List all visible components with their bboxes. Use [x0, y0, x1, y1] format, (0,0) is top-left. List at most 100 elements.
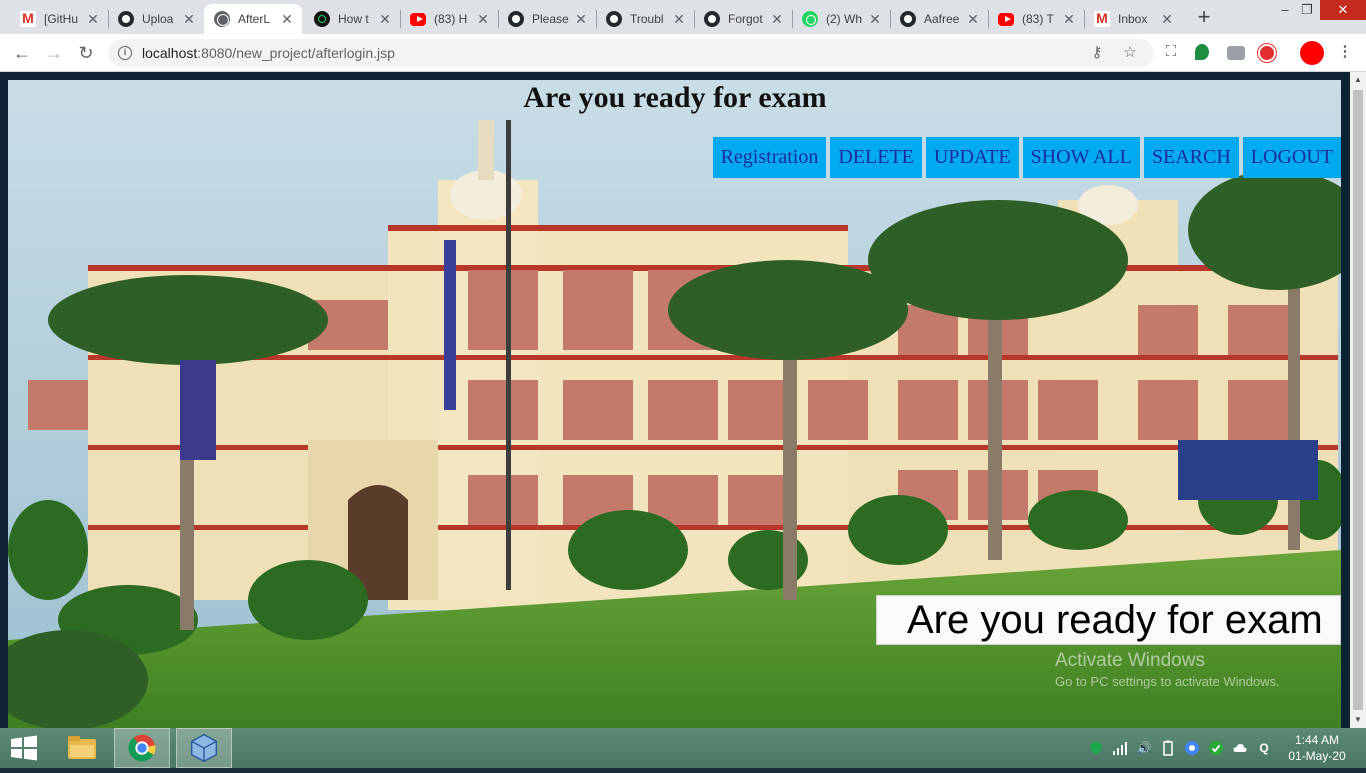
screen-capture-icon[interactable]: ⛶ — [1162, 43, 1180, 61]
github-icon — [118, 11, 134, 27]
address-bar[interactable]: i localhost:8080/new_project/afterlogin.… — [108, 39, 1154, 67]
tab-title: Please — [532, 12, 569, 26]
cloud-icon[interactable] — [1232, 740, 1248, 756]
chrome-taskbar-button[interactable] — [114, 728, 170, 768]
browser-tab-active[interactable]: AfterL ✕ — [204, 4, 302, 34]
tab-close-icon[interactable]: ✕ — [1062, 12, 1076, 26]
nav-show-all-link[interactable]: SHOW ALL — [1022, 137, 1140, 178]
scrollbar-thumb[interactable] — [1353, 90, 1363, 710]
tab-close-icon[interactable]: ✕ — [868, 12, 882, 26]
battery-icon[interactable] — [1160, 740, 1176, 756]
tab-title: Uploa — [142, 12, 174, 26]
browser-tab[interactable]: (83) H ✕ — [400, 4, 498, 34]
url-path: :8080/new_project/afterlogin.jsp — [197, 45, 395, 61]
folder-icon — [68, 736, 96, 759]
checkmark-icon[interactable] — [1208, 740, 1224, 756]
github-icon — [508, 11, 524, 27]
marquee-text: Are you ready for exam — [907, 598, 1323, 642]
whatsapp-icon — [802, 11, 818, 27]
chrome-tray-icon[interactable] — [1184, 740, 1200, 756]
nav-update-link[interactable]: UPDATE — [925, 137, 1019, 178]
scroll-down-arrow-icon[interactable]: ▼ — [1350, 712, 1366, 728]
site-info-icon[interactable]: i — [118, 46, 132, 60]
tab-close-icon[interactable]: ✕ — [966, 12, 980, 26]
power-icon — [314, 11, 330, 27]
tab-close-icon[interactable]: ✕ — [378, 12, 392, 26]
bookmark-star-icon[interactable]: ☆ — [1121, 44, 1139, 62]
url-host: localhost — [142, 45, 198, 61]
tab-title: (83) H — [434, 12, 468, 26]
file-explorer-taskbar-button[interactable] — [54, 728, 110, 768]
clock-time: 1:44 AM — [1294, 733, 1340, 747]
windows-taskbar: 🔊 Q 1:44 AM 01-May-20 — [0, 728, 1366, 768]
main-nav: Registration DELETE UPDATE SHOW ALL SEAR… — [712, 137, 1341, 178]
browser-tab[interactable]: Troubl ✕ — [596, 4, 694, 34]
github-icon — [704, 11, 720, 27]
gmail-icon — [1094, 10, 1110, 27]
tab-title: [GitHu — [44, 12, 79, 26]
reload-icon[interactable]: ↻ — [74, 41, 98, 65]
clock-date: 01-May-20 — [1288, 749, 1346, 763]
tab-close-icon[interactable]: ✕ — [86, 12, 100, 26]
tab-close-icon[interactable]: ✕ — [1160, 12, 1174, 26]
q-app-icon[interactable]: Q — [1256, 740, 1272, 756]
volume-icon[interactable]: 🔊 — [1136, 740, 1152, 756]
url-text[interactable]: localhost:8080/new_project/afterlogin.js… — [142, 45, 395, 61]
system-clock[interactable]: 1:44 AM 01-May-20 — [1284, 732, 1350, 764]
browser-tab[interactable]: Please ✕ — [498, 4, 596, 34]
nav-search-link[interactable]: SEARCH — [1143, 137, 1239, 178]
browser-tab[interactable]: Inbox ✕ — [1084, 4, 1182, 34]
restore-icon[interactable]: ❐ — [1292, 0, 1322, 20]
key-icon[interactable]: ⚷ — [1088, 44, 1106, 62]
tab-title: (83) T — [1022, 12, 1054, 26]
network-signal-icon[interactable] — [1112, 740, 1128, 756]
back-arrow-icon[interactable]: ← — [10, 41, 34, 65]
tab-close-icon[interactable]: ✕ — [770, 12, 784, 26]
tab-title: AfterL — [238, 12, 271, 26]
tab-title: Aafree — [924, 12, 960, 26]
browser-tab-strip: [GitHu ✕ Uploa ✕ AfterL ✕ How t ✕ (83) H… — [0, 0, 1366, 34]
tab-title: Inbox — [1118, 12, 1148, 26]
nav-logout-link[interactable]: LOGOUT — [1242, 137, 1341, 178]
tab-close-icon[interactable]: ✕ — [280, 12, 294, 26]
browser-tab[interactable]: How t ✕ — [304, 4, 400, 34]
virtualbox-taskbar-button[interactable] — [176, 728, 232, 768]
extension-leaf-icon[interactable] — [1195, 44, 1209, 60]
browser-tab[interactable]: (2) Wh ✕ — [792, 4, 890, 34]
marquee-banner: Are you ready for exam — [876, 595, 1341, 645]
tab-close-icon[interactable]: ✕ — [476, 12, 490, 26]
page-title: Are you ready for exam — [523, 81, 827, 114]
browser-tab[interactable]: [GitHu ✕ — [10, 4, 108, 34]
browser-tab[interactable]: Uploa ✕ — [108, 4, 204, 34]
forward-arrow-icon[interactable]: → — [42, 41, 66, 65]
camera-icon[interactable] — [1227, 46, 1245, 60]
opera-extension-icon[interactable] — [1258, 44, 1276, 62]
activate-windows-watermark: Activate Windows Go to PC settings to ac… — [1055, 650, 1280, 689]
page-viewport: Are you ready for exam Registration DELE… — [0, 72, 1350, 728]
github-icon — [900, 11, 916, 27]
tab-title: (2) Wh — [826, 12, 862, 26]
tab-close-icon[interactable]: ✕ — [182, 12, 196, 26]
github-icon — [606, 11, 622, 27]
scroll-up-arrow-icon[interactable]: ▲ — [1350, 72, 1366, 88]
profile-avatar[interactable] — [1300, 41, 1324, 65]
tab-close-icon[interactable]: ✕ — [574, 12, 588, 26]
browser-tab[interactable]: Aafree ✕ — [890, 4, 988, 34]
new-tab-button[interactable]: + — [1192, 6, 1216, 30]
shield-icon[interactable] — [1088, 740, 1104, 756]
nav-delete-link[interactable]: DELETE — [830, 137, 922, 178]
cube-icon — [190, 733, 218, 763]
watermark-subtitle: Go to PC settings to activate Windows. — [1055, 674, 1280, 689]
windows-start-icon[interactable] — [8, 734, 40, 762]
page-scrollbar[interactable]: ▲ ▼ — [1350, 72, 1366, 728]
gmail-icon — [20, 10, 36, 27]
nav-registration-link[interactable]: Registration — [712, 137, 827, 178]
browser-tab[interactable]: Forgot ✕ — [694, 4, 792, 34]
browser-menu-icon[interactable]: ⋮ — [1336, 43, 1354, 61]
browser-tab[interactable]: (83) T ✕ — [988, 4, 1084, 34]
chrome-icon — [128, 734, 156, 762]
window-close-icon[interactable]: ✕ — [1320, 0, 1366, 20]
youtube-icon — [410, 12, 426, 26]
tab-title: How t — [338, 12, 369, 26]
tab-close-icon[interactable]: ✕ — [672, 12, 686, 26]
